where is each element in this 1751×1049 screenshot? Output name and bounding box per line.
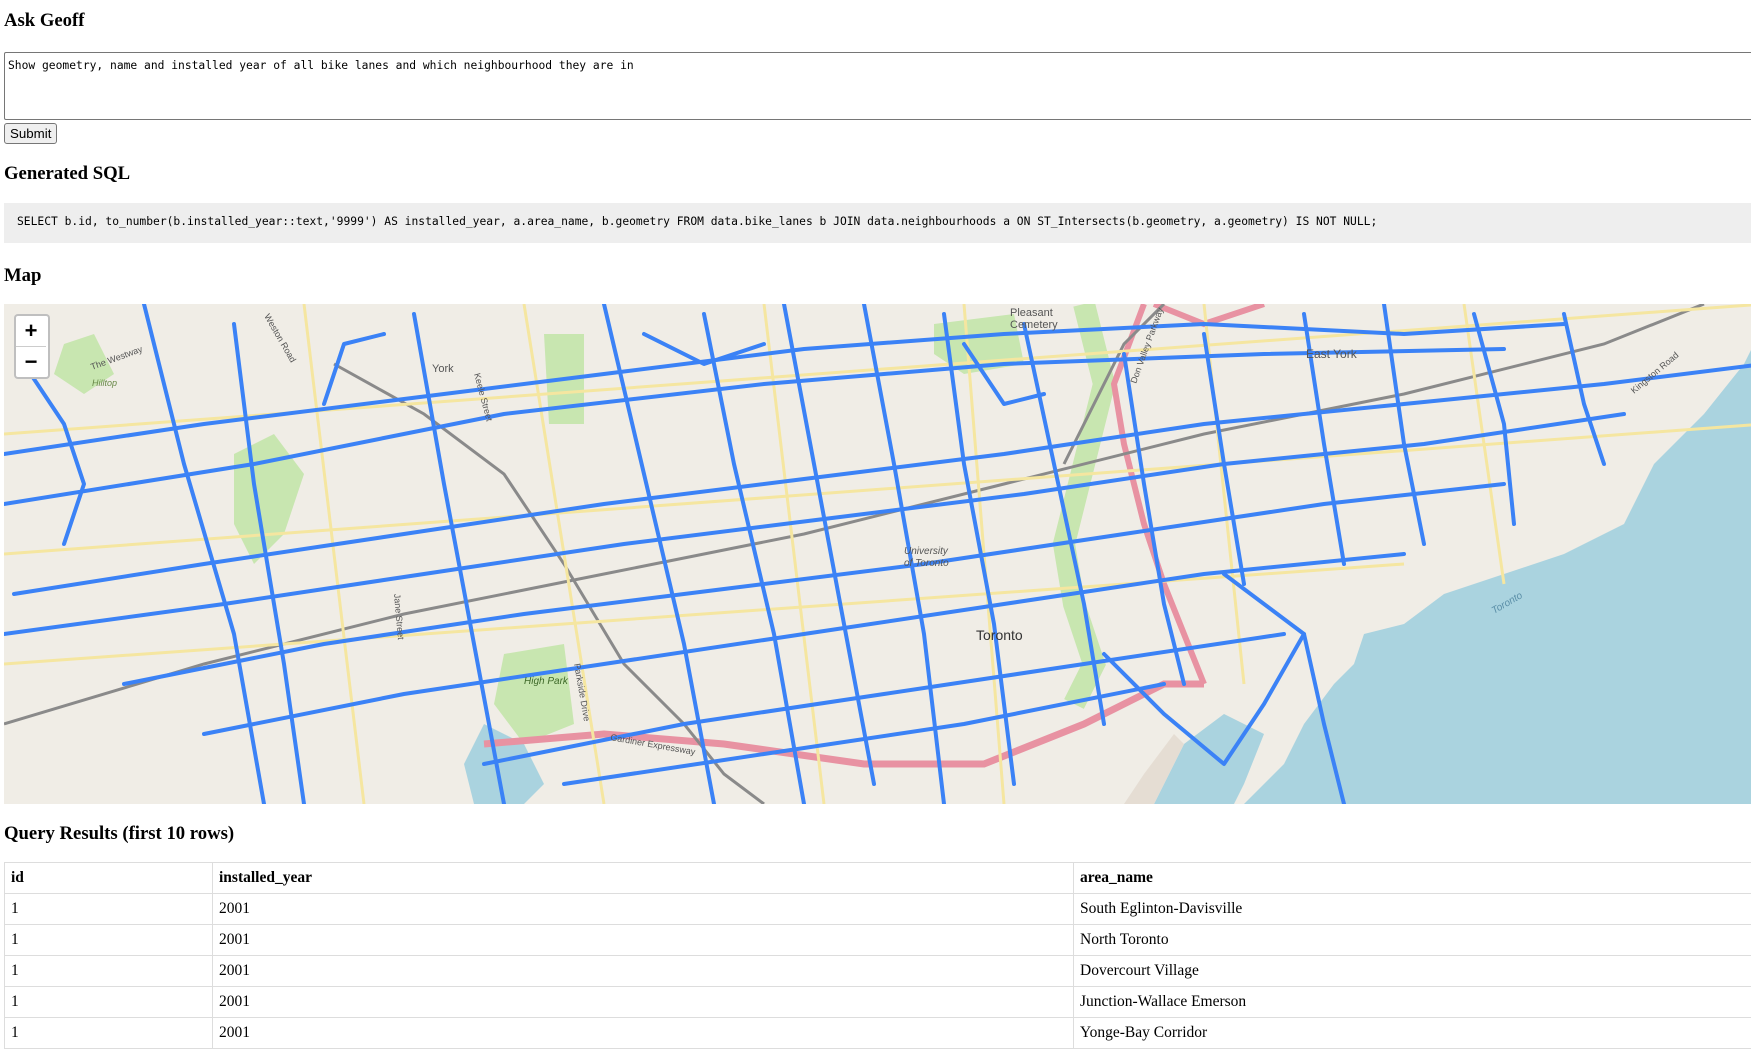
table-row: 1 2001 Dovercourt Village (5, 956, 1751, 987)
cell-area-name: Dovercourt Village (1074, 956, 1751, 987)
cell-area-name: North Toronto (1074, 925, 1751, 956)
zoom-out-button[interactable]: − (16, 347, 46, 377)
column-header-area-name: area_name (1074, 863, 1751, 894)
cell-id: 1 (5, 1018, 213, 1049)
cell-area-name: Yonge-Bay Corridor (1074, 1018, 1751, 1049)
label-cemetery: Cemetery (1010, 319, 1058, 331)
label-pleasant: Pleasant (1010, 307, 1053, 319)
results-table: id installed_year area_name 1 2001 South… (4, 862, 1751, 1049)
cell-installed-year: 2001 (213, 925, 1074, 956)
cell-area-name: South Eglinton-Davisville (1074, 894, 1751, 925)
cell-id: 1 (5, 987, 213, 1018)
label-high-park: High Park (524, 676, 569, 687)
sql-title: Generated SQL (4, 163, 130, 185)
table-row: 1 2001 Yonge-Bay Corridor (5, 1018, 1751, 1049)
ask-title: Ask Geoff (4, 10, 84, 32)
cell-installed-year: 2001 (213, 1018, 1074, 1049)
column-header-installed-year: installed_year (213, 863, 1074, 894)
zoom-in-button[interactable]: + (16, 316, 46, 347)
label-york: York (432, 363, 454, 375)
question-input[interactable]: Show geometry, name and installed year o… (4, 52, 1751, 120)
label-university: University (904, 546, 949, 557)
cell-installed-year: 2001 (213, 956, 1074, 987)
label-of-toronto: of Toronto (904, 558, 949, 569)
cell-id: 1 (5, 925, 213, 956)
results-title: Query Results (first 10 rows) (4, 823, 234, 845)
map-title: Map (4, 265, 41, 287)
table-header-row: id installed_year area_name (5, 863, 1751, 894)
column-header-id: id (5, 863, 213, 894)
zoom-control: + − (14, 314, 50, 379)
cell-id: 1 (5, 956, 213, 987)
map-canvas[interactable]: Pleasant Cemetery York East York The Wes… (4, 304, 1751, 804)
cell-installed-year: 2001 (213, 894, 1074, 925)
label-hilltop: Hilltop (92, 378, 117, 388)
map-view[interactable]: Pleasant Cemetery York East York The Wes… (4, 304, 1751, 804)
table-row: 1 2001 North Toronto (5, 925, 1751, 956)
label-toronto: Toronto (976, 627, 1023, 643)
cell-id: 1 (5, 894, 213, 925)
sql-code-block: SELECT b.id, to_number(b.installed_year:… (4, 203, 1751, 243)
label-east-york: East York (1306, 347, 1358, 361)
submit-button[interactable]: Submit (4, 123, 57, 144)
cell-area-name: Junction-Wallace Emerson (1074, 987, 1751, 1018)
table-row: 1 2001 South Eglinton-Davisville (5, 894, 1751, 925)
table-row: 1 2001 Junction-Wallace Emerson (5, 987, 1751, 1018)
cell-installed-year: 2001 (213, 987, 1074, 1018)
